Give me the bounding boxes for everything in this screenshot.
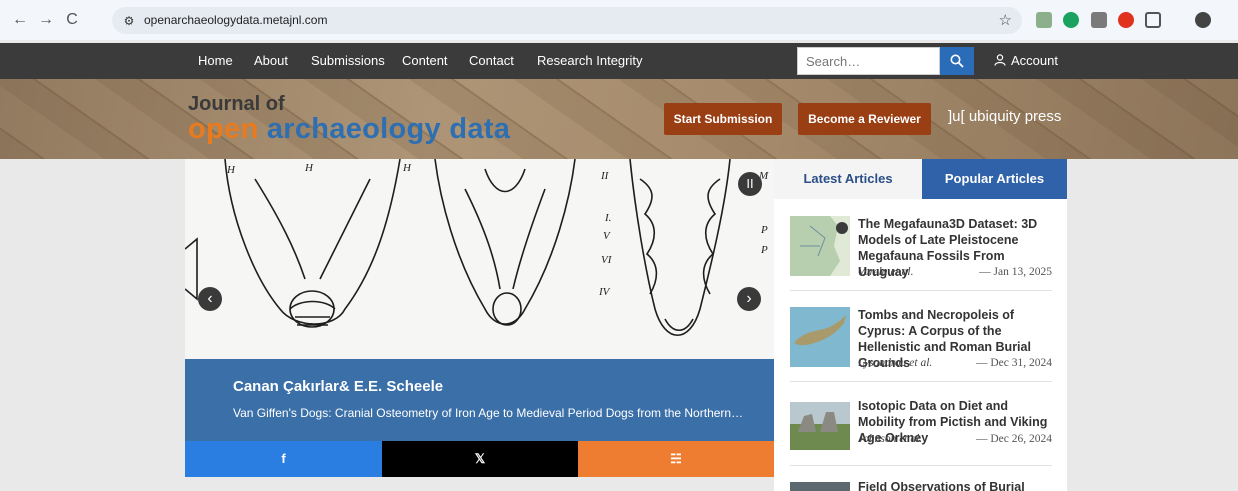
browser-toolbar: ← → C ⚙ openarchaeologydata.metajnl.com … [0,0,1238,40]
articles-sidebar: Latest Articles Popular Articles The Meg… [774,159,1067,491]
search-icon [950,54,964,68]
extensions-puzzle-icon[interactable] [1145,12,1161,28]
back-icon[interactable]: ← [10,10,30,30]
extension-chat-icon[interactable] [1036,12,1052,28]
featured-article-title[interactable]: Van Giffen's Dogs: Cranial Osteometry of… [233,406,743,420]
nav-content[interactable]: Content [402,43,448,79]
carousel-caption[interactable]: Canan Çakırlar& E.E. Scheele Van Giffen'… [185,359,774,441]
article-authors: Johnson et al. [858,433,923,445]
divider [790,290,1052,291]
rss-icon: ☵ [670,451,682,466]
featured-article-authors[interactable]: Canan Çakırlar& E.E. Scheele [233,378,443,395]
article-authors: Lysandrou et al. [858,357,933,369]
list-item[interactable]: Tombs and Necropoleis of Cyprus: A Corpu… [790,307,1052,383]
profile-avatar-icon[interactable] [1195,12,1211,28]
site-navigation: Home About Submissions Content Contact R… [0,43,1238,79]
account-link[interactable]: Account [994,43,1058,79]
article-thumbnail[interactable] [790,216,850,276]
article-title[interactable]: Field Observations of Burial [858,482,1052,491]
facebook-icon: f [281,451,286,466]
tab-latest-articles[interactable]: Latest Articles [774,159,922,199]
tab-popular-articles[interactable]: Popular Articles [922,159,1067,199]
article-thumbnail[interactable] [790,402,850,450]
extension-opera-icon[interactable] [1118,12,1134,28]
search-button[interactable] [940,47,974,75]
svg-text:H: H [402,162,412,174]
svg-text:H: H [304,162,314,174]
share-x-button[interactable]: 𝕏 [382,441,578,477]
list-item[interactable]: Field Observations of Burial [790,482,1052,491]
list-item[interactable]: The Megafauna3D Dataset: 3D Models of La… [790,216,1052,292]
user-icon [994,54,1006,66]
svg-text:VI: VI [601,254,613,266]
nav-home[interactable]: Home [198,43,233,79]
article-thumbnail[interactable] [790,482,850,491]
account-label: Account [1011,53,1058,68]
nav-contact[interactable]: Contact [469,43,514,79]
extension-grammarly-icon[interactable] [1063,12,1079,28]
share-facebook-button[interactable]: f [185,441,382,477]
article-date: — Dec 26, 2024 [975,433,1052,445]
divider [790,465,1052,466]
carousel-next-button[interactable]: › [737,287,761,311]
address-bar[interactable]: ⚙ openarchaeologydata.metajnl.com ☆ [112,7,1022,34]
nav-submissions[interactable]: Submissions [311,43,385,79]
logo-open-text: open [188,113,259,145]
search-field[interactable] [797,47,940,75]
logo-archaeology-data-text: archaeology data [258,113,511,145]
nav-about[interactable]: About [254,43,288,79]
divider [790,381,1052,382]
url-text[interactable]: openarchaeologydata.metajnl.com [144,12,327,29]
svg-text:II: II [600,170,610,182]
svg-text:I.: I. [604,212,611,224]
bookmark-star-icon[interactable]: ☆ [999,11,1012,29]
article-thumbnail[interactable] [790,307,850,367]
carousel-image-skull-drawings: HHH III.V VIIV MPP [185,159,774,359]
list-item[interactable]: Isotopic Data on Diet and Mobility from … [790,398,1052,466]
become-reviewer-button[interactable]: Become a Reviewer [798,103,931,135]
site-info-icon[interactable]: ⚙ [120,12,138,30]
article-date: — Jan 13, 2025 [979,266,1052,278]
featured-carousel: HHH II I. V VI IV MPP II ‹ › Canan Çakırlar… [185,159,774,441]
extension-h-icon[interactable] [1091,12,1107,28]
svg-text:P: P [760,224,768,236]
carousel-prev-button[interactable]: ‹ [198,287,222,311]
svg-text:P: P [760,244,768,256]
start-submission-button[interactable]: Start Submission [664,103,782,135]
nav-research-integrity[interactable]: Research Integrity [537,43,643,79]
ubiquity-press-logo[interactable]: ]u[ ubiquity press [948,108,1061,125]
article-date: — Dec 31, 2024 [975,357,1052,369]
x-icon: 𝕏 [474,451,486,466]
share-rss-button[interactable]: ☵ [578,441,774,477]
svg-text:H: H [226,164,236,176]
reload-icon[interactable]: C [62,10,82,30]
search-input[interactable] [798,48,939,74]
forward-icon[interactable]: → [36,10,56,30]
svg-text:IV: IV [598,286,611,298]
article-authors: Varela et al. [858,266,914,278]
pause-button[interactable]: II [738,172,762,196]
journal-logo[interactable]: open archaeology data [188,113,510,146]
